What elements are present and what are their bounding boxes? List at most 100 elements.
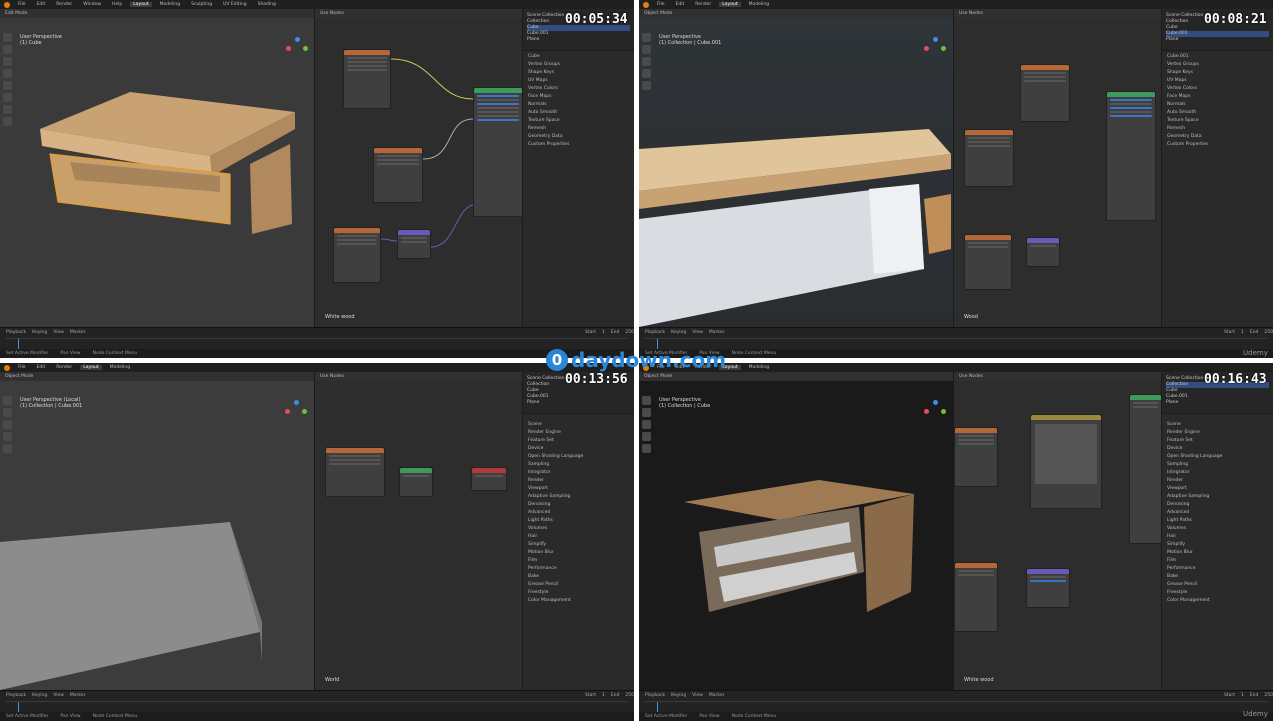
end-frame[interactable]: 250	[625, 693, 634, 698]
panel-normals[interactable]: Normals	[528, 102, 629, 110]
move-tool-icon[interactable]	[642, 57, 651, 66]
move-tool-icon[interactable]	[3, 57, 12, 66]
panel-simplify[interactable]: Simplify	[1167, 542, 1268, 550]
node-editor[interactable]: Use Nodes White wood	[953, 372, 1162, 690]
panel-custom-properties[interactable]: Custom Properties	[1167, 142, 1268, 150]
panel-uv-maps[interactable]: UV Maps	[1167, 78, 1268, 86]
playhead[interactable]	[657, 702, 658, 712]
auto-smooth-toggle[interactable]: Auto Smooth	[1167, 110, 1268, 118]
menu-window[interactable]: Window	[80, 2, 104, 7]
panel-custom-properties[interactable]: Custom Properties	[528, 142, 629, 150]
panel-texture-space[interactable]: Texture Space	[1167, 118, 1268, 126]
mode-selector[interactable]: Object Mode	[644, 374, 672, 379]
panel-hair[interactable]: Hair	[1167, 534, 1268, 542]
tab-modeling[interactable]: Modeling	[746, 365, 772, 370]
keying-menu[interactable]: Keying	[671, 693, 686, 698]
playback-menu[interactable]: Playback	[6, 330, 26, 335]
timeline[interactable]: Playback Keying View Marker Start 1 End 250	[0, 690, 634, 712]
select-tool-icon[interactable]	[3, 396, 12, 405]
playhead[interactable]	[18, 339, 19, 349]
rotate-tool-icon[interactable]	[642, 69, 651, 78]
osl-checkbox[interactable]: Open Shading Language	[528, 454, 629, 462]
panel-advanced[interactable]: Advanced	[1167, 510, 1268, 518]
device-field[interactable]: Device	[528, 446, 629, 454]
view-menu[interactable]: View	[692, 330, 703, 335]
scale-tool-icon[interactable]	[3, 444, 12, 453]
panel-color-management[interactable]: Color Management	[1167, 598, 1268, 606]
panel-vertex-colors[interactable]: Vertex Colors	[528, 86, 629, 94]
move-tool-icon[interactable]	[3, 420, 12, 429]
osl-checkbox[interactable]: Open Shading Language	[1167, 454, 1268, 462]
marker-menu[interactable]: Marker	[709, 330, 725, 335]
panel-volumes[interactable]: Volumes	[1167, 526, 1268, 534]
menu-help[interactable]: Help	[109, 2, 125, 7]
menu-edit[interactable]: Edit	[34, 2, 49, 7]
panel-sampling[interactable]: Sampling	[1167, 462, 1268, 470]
3d-viewport[interactable]: Edit Mode User Perspective (1) Cube	[0, 9, 314, 327]
select-tool-icon[interactable]	[642, 396, 651, 405]
panel-normals[interactable]: Normals	[1167, 102, 1268, 110]
scale-tool-icon[interactable]	[642, 81, 651, 90]
view-menu[interactable]: View	[53, 330, 64, 335]
menu-edit[interactable]: Edit	[34, 365, 49, 370]
panel-scene[interactable]: Scene	[528, 422, 629, 430]
panel-light-paths[interactable]: Light Paths	[1167, 518, 1268, 526]
marker-menu[interactable]: Marker	[709, 693, 725, 698]
end-frame[interactable]: 250	[1264, 330, 1273, 335]
measure-tool-icon[interactable]	[3, 117, 12, 126]
transform-tool-icon[interactable]	[3, 93, 12, 102]
device-field[interactable]: Device	[1167, 446, 1268, 454]
panel-uv-maps[interactable]: UV Maps	[528, 78, 629, 86]
end-frame[interactable]: 250	[1264, 693, 1273, 698]
panel-scene[interactable]: Scene	[1167, 422, 1268, 430]
normal-texture-node[interactable]	[954, 562, 998, 632]
keying-menu[interactable]: Keying	[32, 330, 47, 335]
background-node[interactable]	[399, 467, 433, 497]
start-frame[interactable]: 1	[1241, 330, 1244, 335]
roughness-texture-node[interactable]	[964, 129, 1014, 187]
use-nodes-toggle[interactable]: Use Nodes	[959, 374, 983, 379]
mode-selector[interactable]: Edit Mode	[5, 11, 27, 16]
panel-bake[interactable]: Bake	[1167, 574, 1268, 582]
panel-vertex-groups[interactable]: Vertex Groups	[1167, 62, 1268, 70]
panel-film[interactable]: Film	[528, 558, 629, 566]
panel-vertex-groups[interactable]: Vertex Groups	[528, 62, 629, 70]
panel-grease-pencil[interactable]: Grease Pencil	[528, 582, 629, 590]
menu-render[interactable]: Render	[692, 2, 714, 7]
tab-modeling[interactable]: Modeling	[746, 2, 772, 7]
navigation-gizmo[interactable]	[924, 400, 946, 422]
panel-performance[interactable]: Performance	[528, 566, 629, 574]
select-tool-icon[interactable]	[3, 33, 12, 42]
panel-motion-blur[interactable]: Motion Blur	[1167, 550, 1268, 558]
data-name-field[interactable]: Cube	[528, 54, 629, 62]
gray-box-model[interactable]	[0, 512, 314, 690]
3d-viewport[interactable]: Object Mode User Perspective (1) Collecti…	[639, 9, 953, 327]
view-menu[interactable]: View	[53, 693, 64, 698]
tab-layout[interactable]: Layout	[130, 2, 152, 7]
panel-vertex-colors[interactable]: Vertex Colors	[1167, 86, 1268, 94]
auto-smooth-toggle[interactable]: Auto Smooth	[528, 110, 629, 118]
timeline[interactable]: Playback Keying View Marker Start 1 End 250	[639, 690, 1273, 712]
panel-face-maps[interactable]: Face Maps	[528, 94, 629, 102]
mode-selector[interactable]: Object Mode	[5, 374, 33, 379]
select-tool-icon[interactable]	[642, 33, 651, 42]
panel-geometry-data[interactable]: Geometry Data	[1167, 134, 1268, 142]
panel-performance[interactable]: Performance	[1167, 566, 1268, 574]
integrator-field[interactable]: Integrator	[528, 470, 629, 478]
normal-map-node[interactable]	[1026, 237, 1060, 267]
principled-bsdf-node[interactable]	[1129, 394, 1162, 544]
menu-file[interactable]: File	[654, 2, 668, 7]
panel-denoising[interactable]: Denoising	[528, 502, 629, 510]
keying-menu[interactable]: Keying	[671, 330, 686, 335]
node-editor[interactable]: Use Nodes World	[314, 372, 522, 690]
rotate-tool-icon[interactable]	[3, 432, 12, 441]
principled-bsdf-node[interactable]	[1106, 91, 1156, 221]
3d-viewport[interactable]: Object Mode User Perspective (Local) (1) …	[0, 372, 314, 690]
tv-stand-closeup[interactable]	[639, 109, 953, 327]
panel-geometry-data[interactable]: Geometry Data	[528, 134, 629, 142]
cursor-tool-icon[interactable]	[3, 408, 12, 417]
panel-bake[interactable]: Bake	[528, 574, 629, 582]
playback-menu[interactable]: Playback	[645, 330, 665, 335]
frame-ruler[interactable]	[6, 701, 628, 712]
rgb-curves-node[interactable]	[1030, 414, 1102, 509]
